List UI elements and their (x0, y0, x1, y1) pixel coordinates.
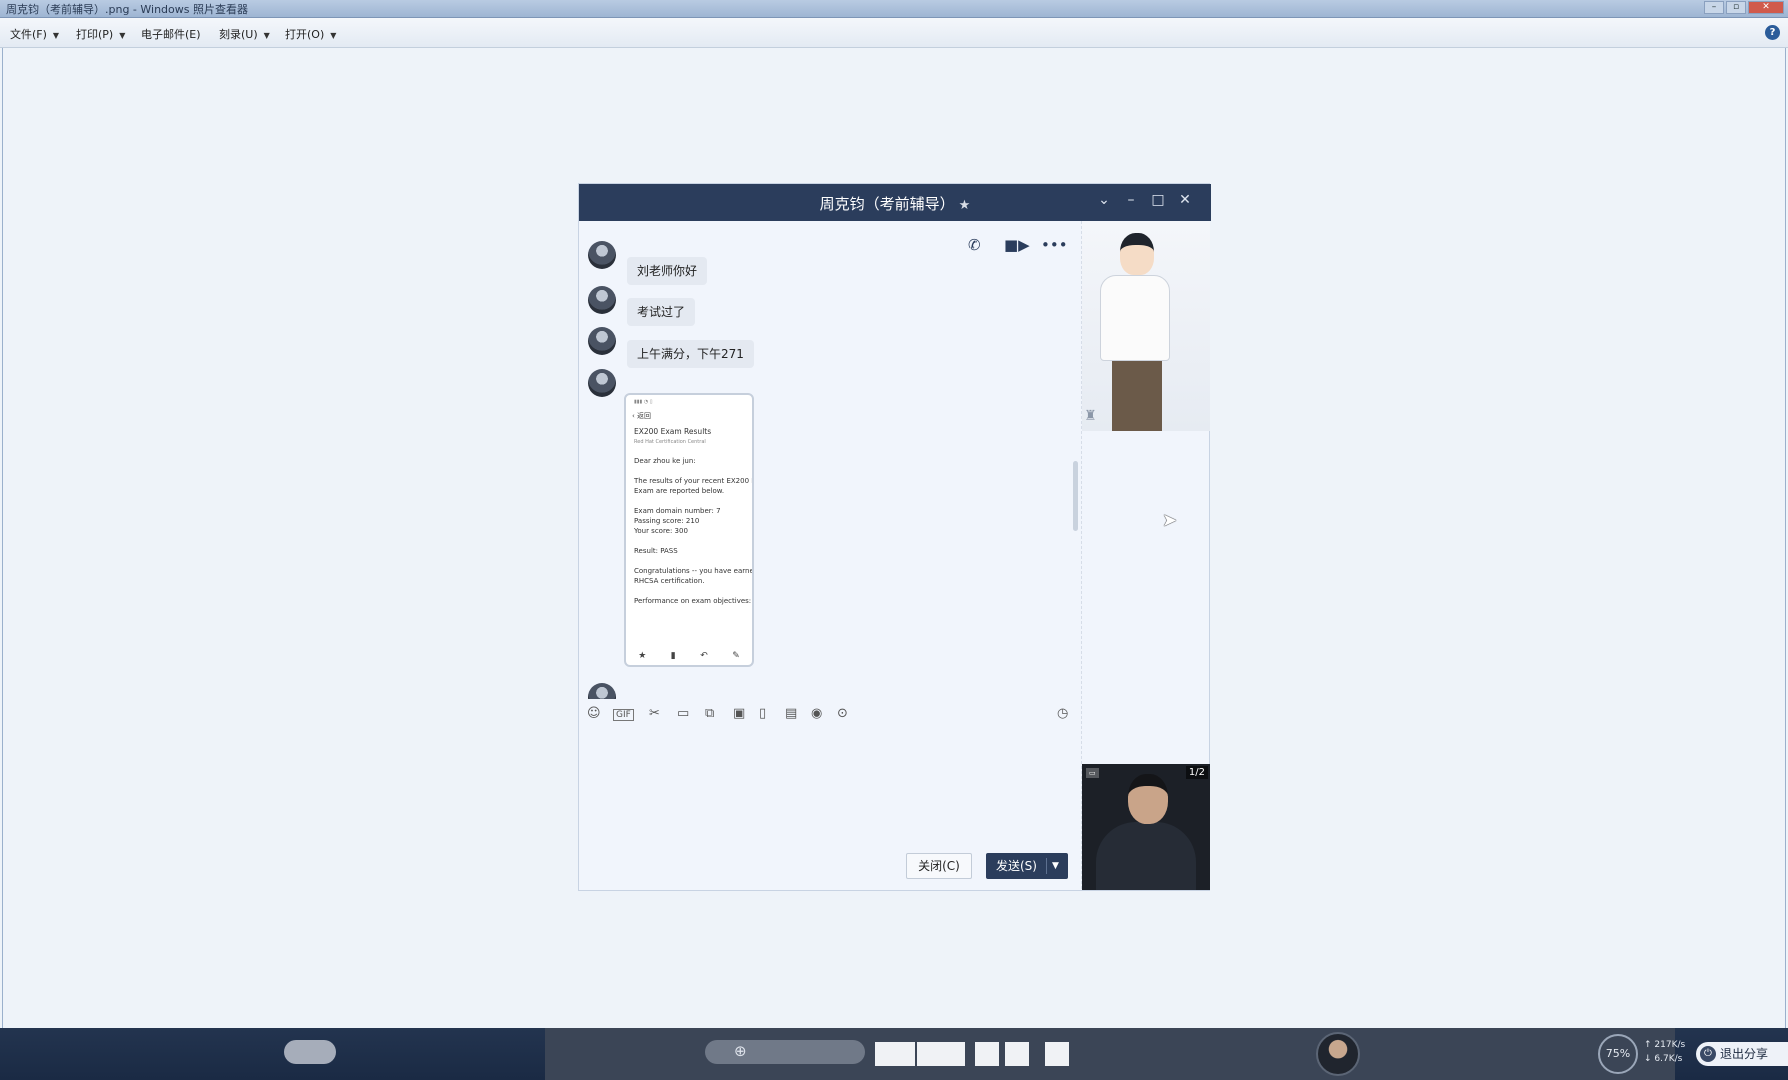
email-toolbar: ★ ▮ ↶ ✎ (626, 651, 752, 661)
viewer-maximize-button[interactable]: ▫ (1726, 1, 1746, 14)
viewer-menubar: 文件(F) ▼ 打印(P) ▼ 电子邮件(E) 刻录(U) ▼ 打开(O) ▼ ? (0, 18, 1788, 48)
reply-icon: ↶ (700, 651, 708, 661)
message-bubble: 刘老师你好 (627, 257, 708, 285)
close-icon[interactable]: ✕ (1176, 192, 1194, 208)
share-taskbar: ⊕ 75% ↑ 217K/s ↓ 6.7K/s ⏻ 退出分享 (0, 1028, 1788, 1080)
exit-icon: ⏻ (1700, 1046, 1716, 1062)
shake-icon[interactable]: ▯ (759, 706, 766, 721)
viewer-close-button[interactable]: ✕ (1748, 1, 1784, 14)
caret-down-icon: ▼ (330, 31, 337, 40)
email-text: Result: PASS (634, 547, 678, 555)
menu-file[interactable]: 文件(F) ▼ (10, 26, 59, 42)
viewer-title: 周克钧（考前辅导）.png - Windows 照片查看器 (6, 3, 248, 16)
email-text: Congratulations -- you have earned the (634, 567, 754, 575)
more-circle-icon[interactable]: ⊙ (837, 706, 848, 721)
more-icon[interactable]: ••• (1041, 236, 1068, 254)
image-icon[interactable]: ▣ (733, 706, 745, 721)
minimize-icon[interactable]: – (1122, 192, 1140, 208)
file-icon[interactable]: ▤ (785, 706, 797, 721)
email-text: Exam are reported below. (634, 487, 725, 495)
email-text: The results of your recent EX200 RHCSA (634, 477, 752, 485)
avatar[interactable] (588, 241, 616, 269)
network-speed: ↑ 217K/s ↓ 6.7K/s (1644, 1040, 1686, 1064)
caret-down-icon: ▼ (52, 31, 60, 40)
clock-icon[interactable]: ◷ (1057, 706, 1068, 721)
email-text: RHCSA certification. (634, 577, 705, 585)
avatar[interactable] (588, 327, 616, 355)
taskbar-middle (545, 1028, 1675, 1080)
red-packet-icon[interactable]: ◉ (811, 706, 822, 721)
email-text: Your score: 300 (634, 527, 688, 535)
video-thumbnail[interactable]: ▭ 1/2 (1082, 764, 1210, 890)
page-badge: 1/2 (1185, 766, 1208, 779)
status-bar: ▮▮▮ ◔ ▯ (634, 399, 653, 405)
viewer-title-bar: 周克钧（考前辅导）.png - Windows 照片查看器 – ▫ ✕ (0, 0, 1788, 18)
chat-title: 周克钧（考前辅导） ★ (819, 195, 971, 213)
email-text: Exam domain number: 7 (634, 507, 721, 515)
caret-down-icon: ▼ (263, 31, 270, 40)
taskbar-item[interactable] (284, 1040, 336, 1064)
trash-icon: ▮ (670, 651, 676, 661)
video-call-icon[interactable]: ■▶ (1004, 236, 1030, 254)
viewer-minimize-button[interactable]: – (1704, 1, 1724, 14)
email-text: Passing score: 210 (634, 517, 700, 525)
phone-icon[interactable]: ✆ (968, 236, 981, 254)
email-subject: EX200 Exam Results (634, 427, 712, 436)
gif-icon[interactable]: GIF (613, 709, 634, 721)
compose-icon: ✎ (732, 651, 740, 661)
menu-open[interactable]: 打开(O) ▼ (285, 26, 336, 42)
emoji-icon[interactable]: ☺ (587, 706, 601, 721)
chevron-down-icon[interactable]: ▼ (1052, 853, 1059, 879)
avatar[interactable] (588, 369, 616, 397)
menu-burn[interactable]: 刻录(U) ▼ (219, 26, 270, 42)
presenter-avatar[interactable] (1316, 1032, 1360, 1076)
star-icon[interactable]: ★ (959, 198, 971, 213)
message-list[interactable]: ✆ ■▶ ••• 刘老师你好 考试过了 上午满分，下午271 ▮▮▮ ◔ ▯ ‹… (579, 221, 1081, 699)
message-bubble: 考试过了 (627, 298, 696, 326)
video-tag: ▭ (1086, 768, 1099, 778)
back-link: ‹ 返回 (632, 412, 652, 420)
screenshot-icon[interactable]: ⧉ (705, 706, 714, 721)
close-button[interactable]: 关闭(C) (906, 853, 972, 879)
help-icon[interactable]: ? (1765, 25, 1780, 40)
chat-window: 周克钧（考前辅导） ★ ⌄ – □ ✕ ✆ ■▶ ••• 刘老师你好 考试过了 上… (578, 183, 1211, 891)
send-button[interactable]: 发送(S) ▼ (986, 853, 1068, 879)
avatar[interactable] (588, 683, 616, 699)
contact-avatar-figure (1082, 221, 1210, 431)
email-sender: Red Hat Certification Central (634, 439, 706, 445)
chat-header: 周克钧（考前辅导） ★ ⌄ – □ ✕ (579, 184, 1211, 221)
exam-result-image[interactable]: ▮▮▮ ◔ ▯ ‹ 返回 EX200 Exam Results Red Hat … (624, 393, 754, 667)
email-greeting: Dear zhou ke jun: (634, 457, 696, 465)
zoom-search-icon[interactable]: ⊕ (734, 1042, 747, 1060)
menu-email[interactable]: 电子邮件(E) (141, 26, 201, 42)
email-text: Performance on exam objectives: (634, 597, 752, 605)
message-bubble: 上午满分，下午271 (627, 340, 754, 368)
maximize-icon[interactable]: □ (1149, 192, 1167, 208)
caret-down-icon: ▼ (119, 31, 126, 40)
send-button-label: 发送(S) (996, 859, 1037, 873)
avatar[interactable] (588, 286, 616, 314)
chevron-down-icon[interactable]: ⌄ (1095, 192, 1113, 208)
zoom-level[interactable]: 75% (1598, 1034, 1638, 1074)
wardrobe-icon[interactable]: ♜ (1084, 408, 1097, 424)
scrollbar[interactable] (1073, 461, 1078, 531)
mouse-cursor-icon: ➤ (1162, 510, 1178, 531)
folder-icon[interactable]: ▭ (677, 706, 689, 721)
exit-share-button[interactable]: ⏻ 退出分享 (1696, 1042, 1788, 1066)
scissors-icon[interactable]: ✂ (649, 706, 660, 721)
menu-print[interactable]: 打印(P) ▼ (76, 26, 125, 42)
star-icon: ★ (638, 651, 647, 661)
chat-toolbar: ☺ GIF ✂ ▭ ⧉ ▣ ▯ ▤ ◉ ⊙ ◷ (579, 699, 1081, 729)
